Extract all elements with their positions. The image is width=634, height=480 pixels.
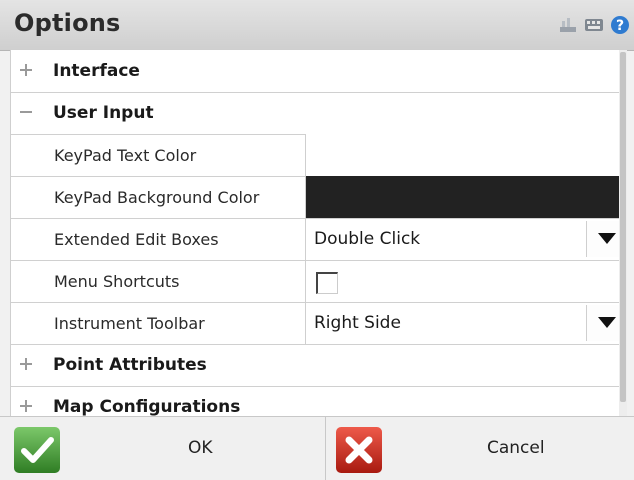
triangle-down-icon [598, 233, 616, 244]
property-grid: Interface User Input KeyPad Text Color K… [10, 50, 627, 416]
button-bar: OK Cancel [0, 416, 634, 480]
property-name-cell: KeyPad Text Color [41, 134, 306, 176]
collapse-minus-icon[interactable] [20, 106, 32, 118]
property-name: KeyPad Text Color [54, 146, 197, 165]
property-name: KeyPad Background Color [54, 188, 260, 207]
vertical-scrollbar[interactable] [619, 50, 627, 416]
category-row-point-attributes[interactable]: Point Attributes [11, 344, 627, 387]
category-row-map-configurations[interactable]: Map Configurations [11, 386, 627, 416]
select-value: Double Click [314, 229, 421, 249]
triangle-down-icon [598, 317, 616, 328]
expand-gutter [11, 344, 41, 386]
expand-plus-icon[interactable] [20, 400, 32, 412]
menu-shortcuts-checkbox[interactable] [316, 272, 338, 294]
property-name-cell: Instrument Toolbar [41, 302, 306, 344]
property-name-cell: Menu Shortcuts [41, 260, 306, 302]
category-row-user-input[interactable]: User Input [11, 92, 627, 135]
color-swatch-keypad-background[interactable] [306, 176, 627, 218]
extended-edit-boxes-select[interactable]: Double Click [306, 218, 627, 260]
property-name-cell: Extended Edit Boxes [41, 218, 306, 260]
keyboard-icon[interactable] [584, 15, 604, 35]
taskbar-icon[interactable] [558, 15, 578, 35]
expand-gutter [11, 386, 41, 416]
close-x-icon [336, 427, 382, 473]
svg-text:?: ? [616, 18, 624, 34]
property-row-menu-shortcuts[interactable]: Menu Shortcuts [11, 260, 627, 303]
property-row-keypad-text-color[interactable]: KeyPad Text Color [11, 134, 627, 177]
instrument-toolbar-select[interactable]: Right Side [306, 302, 627, 344]
checkmark-icon [14, 427, 60, 473]
ok-button[interactable]: OK [0, 417, 326, 480]
help-icon[interactable]: ? [610, 15, 630, 35]
property-row-extended-edit-boxes[interactable]: Extended Edit Boxes Double Click [11, 218, 627, 261]
property-name: Menu Shortcuts [54, 272, 180, 291]
title-bar: Options ? [0, 0, 634, 51]
cancel-label: Cancel [487, 438, 545, 458]
color-swatch-keypad-text[interactable] [306, 134, 627, 176]
property-row-instrument-toolbar[interactable]: Instrument Toolbar Right Side [11, 302, 627, 345]
category-label: Map Configurations [53, 397, 241, 416]
cancel-button[interactable]: Cancel [326, 417, 634, 480]
property-name-cell: KeyPad Background Color [41, 176, 306, 218]
category-label: Interface [53, 61, 140, 81]
options-dialog: Options ? Interface User Input KeyPad Te… [0, 0, 634, 480]
select-value: Right Side [314, 313, 401, 333]
ok-label: OK [188, 438, 213, 458]
category-label: Point Attributes [53, 355, 207, 375]
property-name: Instrument Toolbar [54, 314, 205, 333]
titlebar-icon-group: ? [558, 15, 630, 35]
scrollbar-thumb[interactable] [620, 52, 626, 402]
expand-gutter [11, 50, 41, 92]
expand-plus-icon[interactable] [20, 358, 32, 370]
expand-plus-icon[interactable] [20, 64, 32, 76]
expand-gutter [11, 92, 41, 134]
property-value-cell [306, 260, 627, 302]
category-label: User Input [53, 103, 154, 123]
property-row-keypad-background-color[interactable]: KeyPad Background Color [11, 176, 627, 219]
property-name: Extended Edit Boxes [54, 230, 219, 249]
category-row-interface[interactable]: Interface [11, 50, 627, 93]
dialog-title: Options [14, 9, 121, 37]
